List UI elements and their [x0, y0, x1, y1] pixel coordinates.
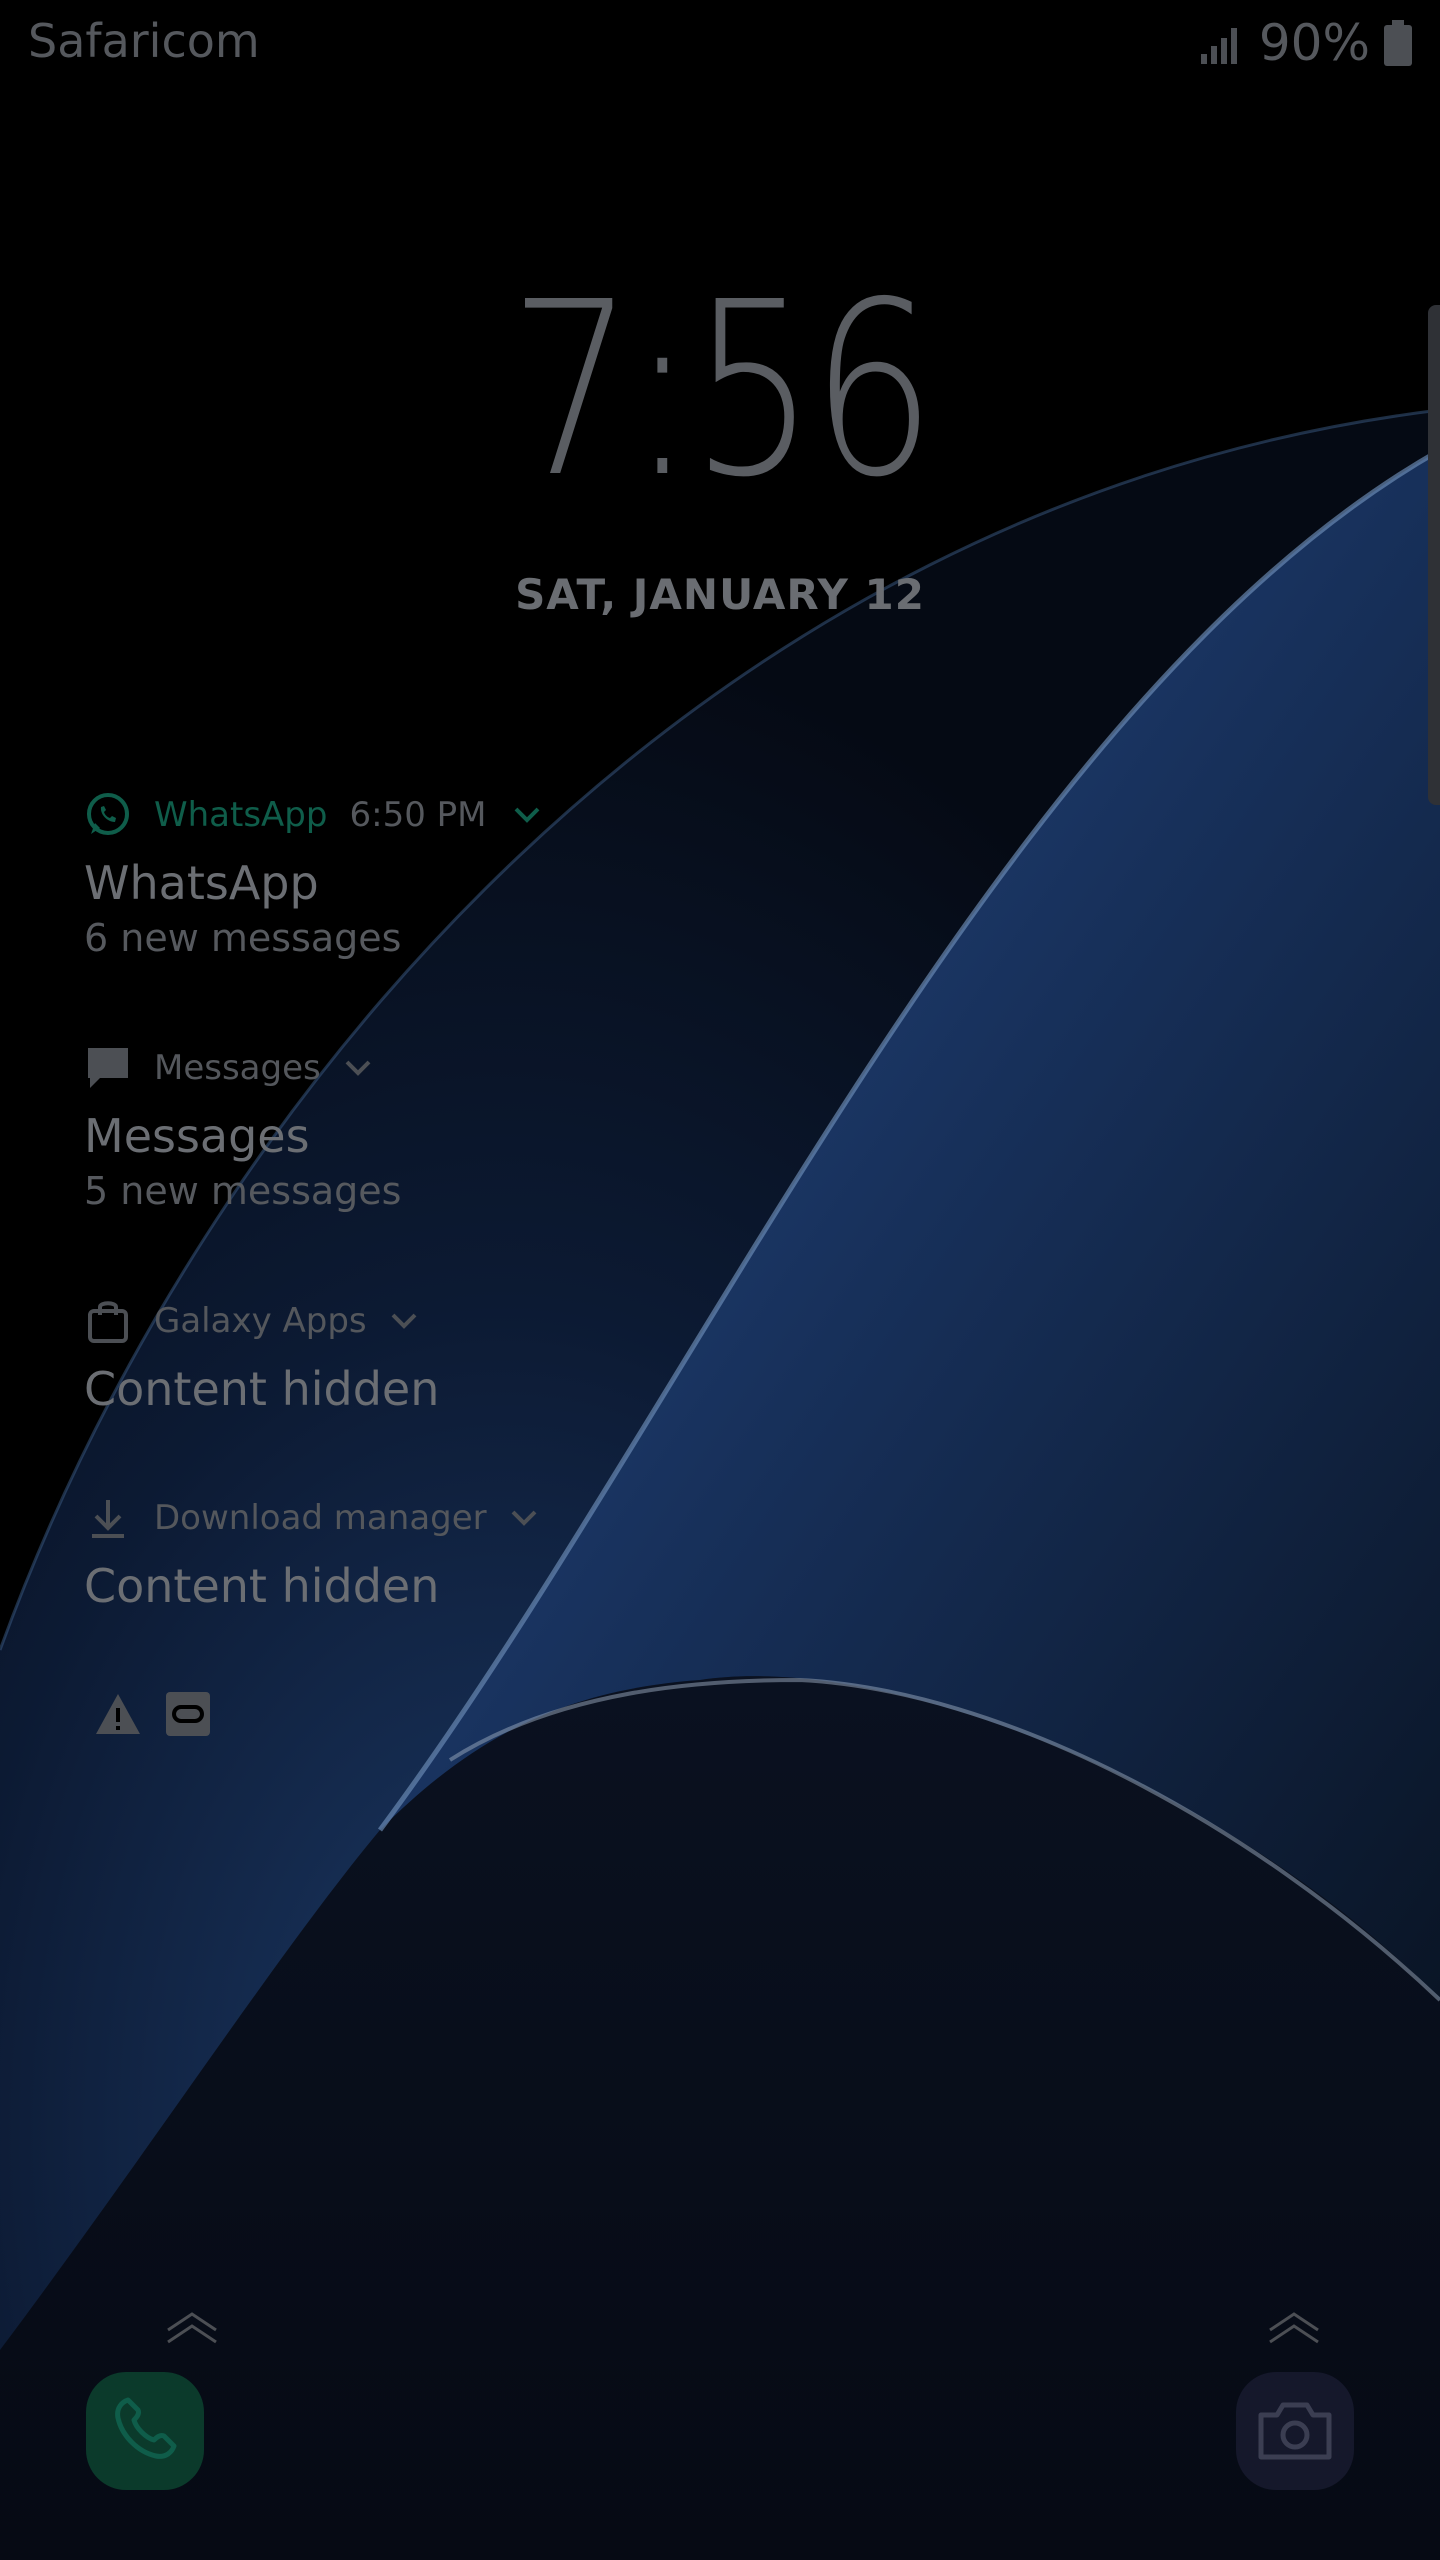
notification-messages[interactable]: Messages Messages 5 new messages: [84, 1043, 984, 1213]
camera-icon: [1257, 2397, 1333, 2465]
notification-header: Galaxy Apps: [84, 1296, 984, 1346]
message-bubble-icon: [84, 1044, 132, 1092]
carrier-name: Safaricom: [28, 14, 260, 68]
notification-header: Download manager: [84, 1493, 984, 1543]
warning-icon: [94, 1690, 142, 1738]
download-icon: [84, 1494, 132, 1542]
notification-download-manager[interactable]: Download manager Content hidden: [84, 1493, 984, 1613]
notification-title: Content hidden: [84, 1362, 440, 1416]
signal-icon: [1199, 20, 1245, 66]
notification-status-icons: [94, 1690, 212, 1738]
status-right: 90%: [1199, 14, 1412, 72]
notification-body: 5 new messages: [84, 1169, 402, 1213]
chevron-down-icon[interactable]: [343, 1051, 377, 1085]
edge-panel-handle[interactable]: [1428, 305, 1440, 805]
chevron-up-icon: [167, 2312, 217, 2344]
notification-time: 6:50 PM: [349, 795, 487, 835]
notification-title: Content hidden: [84, 1559, 440, 1613]
notification-header: WhatsApp 6:50 PM: [84, 790, 984, 840]
chevron-down-icon[interactable]: [512, 798, 546, 832]
phone-shortcut-button[interactable]: [86, 2372, 204, 2490]
shopping-bag-icon: [84, 1297, 132, 1345]
battery-icon: [1384, 20, 1412, 66]
camera-shortcut-button[interactable]: [1236, 2372, 1354, 2490]
notification-galaxy-apps[interactable]: Galaxy Apps Content hidden: [84, 1296, 984, 1416]
status-bar: Safaricom 90%: [0, 0, 1440, 90]
app-name: Download manager: [154, 1498, 487, 1538]
notification-whatsapp[interactable]: WhatsApp 6:50 PM WhatsApp 6 new messages: [84, 790, 984, 960]
app-name: Galaxy Apps: [154, 1301, 367, 1341]
chevron-down-icon[interactable]: [389, 1304, 423, 1338]
notification-header: Messages: [84, 1043, 984, 1093]
clock: 7:56: [508, 250, 936, 530]
whatsapp-icon: [84, 791, 132, 839]
date: SAT, JANUARY 12: [515, 570, 925, 619]
app-name: WhatsApp: [154, 795, 328, 835]
vr-headset-icon: [164, 1690, 212, 1738]
chevron-down-icon[interactable]: [509, 1501, 543, 1535]
phone-icon: [110, 2394, 180, 2468]
notification-title: Messages: [84, 1109, 310, 1163]
chevron-up-icon: [1269, 2312, 1319, 2344]
battery-percent: 90%: [1258, 14, 1370, 72]
app-name: Messages: [154, 1048, 321, 1088]
notification-body: 6 new messages: [84, 916, 402, 960]
notification-title: WhatsApp: [84, 856, 319, 910]
